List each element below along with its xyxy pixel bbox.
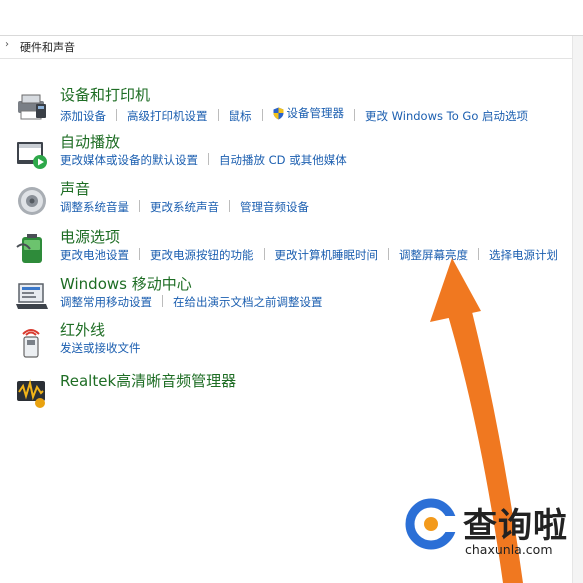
watermark-name: 查询啦 xyxy=(463,506,568,546)
logo-c-icon xyxy=(405,498,457,550)
watermark-logo: 查询啦 chaxunla.com xyxy=(405,490,580,560)
watermark-domain: chaxunla.com xyxy=(465,542,553,557)
